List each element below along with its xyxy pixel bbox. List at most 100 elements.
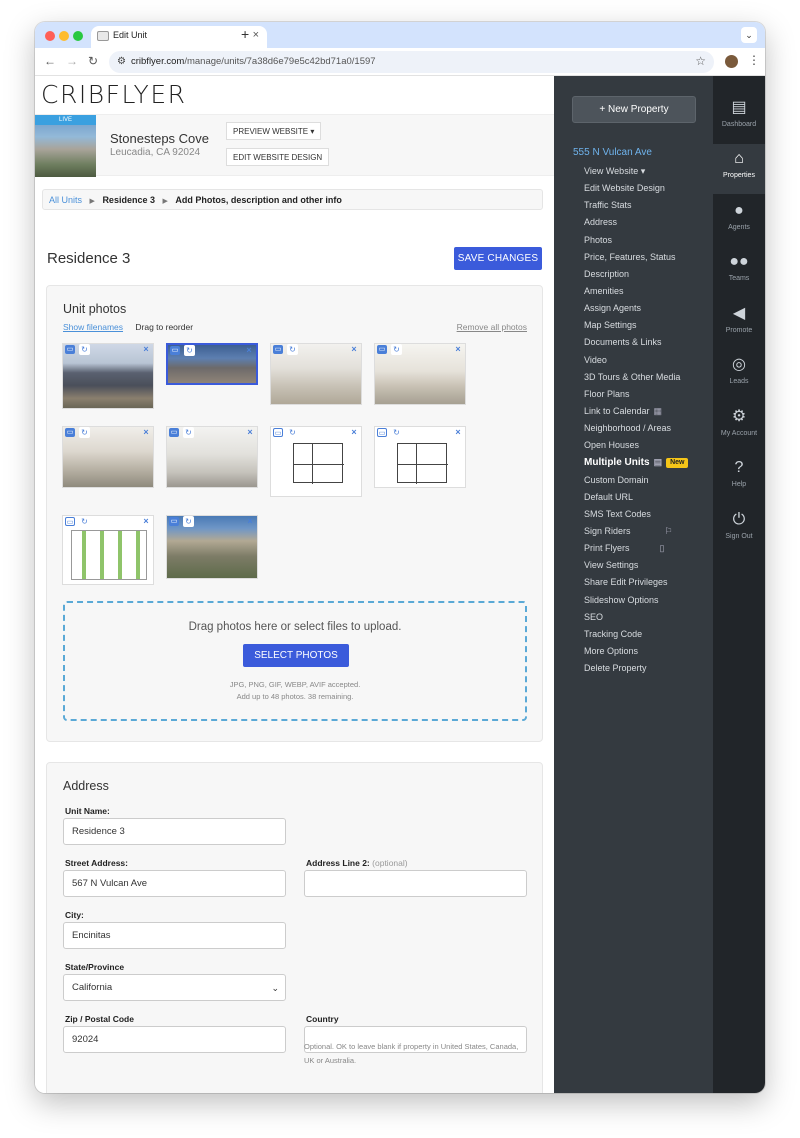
comment-icon[interactable]: ▭ <box>377 345 387 354</box>
sidebar-item-price-features-status[interactable]: Price, Features, Status <box>584 249 709 266</box>
comment-icon[interactable]: ▭ <box>65 428 75 437</box>
sidebar-item-delete-property[interactable]: Delete Property <box>584 660 709 677</box>
delete-photo-icon[interactable]: × <box>453 427 463 438</box>
sidebar-item-traffic-stats[interactable]: Traffic Stats <box>584 197 709 214</box>
sidebar-item-neighborhood[interactable]: Neighborhood / Areas <box>584 420 709 437</box>
rotate-icon[interactable]: ↻ <box>184 345 195 356</box>
rotate-icon[interactable]: ↻ <box>287 344 298 355</box>
rotate-icon[interactable]: ↻ <box>391 427 402 438</box>
delete-photo-icon[interactable]: × <box>141 344 151 355</box>
show-filenames-link[interactable]: Show filenames <box>63 322 123 332</box>
nav-help[interactable]: ? Help <box>713 453 765 503</box>
sidebar-item-floor-plans[interactable]: Floor Plans <box>584 386 709 403</box>
sidebar-item-address[interactable]: Address <box>584 214 709 231</box>
edit-website-design-button[interactable]: EDIT WEBSITE DESIGN <box>226 148 330 166</box>
sidebar-item-description[interactable]: Description <box>584 266 709 283</box>
sidebar-item-video[interactable]: Video <box>584 352 709 369</box>
rotate-icon[interactable]: ↻ <box>79 427 90 438</box>
state-select[interactable]: California ⌄ <box>63 974 286 1001</box>
minimize-window-button[interactable] <box>59 31 69 41</box>
sidebar-item-edit-website-design[interactable]: Edit Website Design <box>584 180 709 197</box>
sidebar-item-slideshow-options[interactable]: Slideshow Options <box>584 592 709 609</box>
sidebar-item-documents-links[interactable]: Documents & Links <box>584 334 709 351</box>
comment-icon[interactable]: ▭ <box>377 428 387 437</box>
rotate-icon[interactable]: ↻ <box>79 344 90 355</box>
unit-name-input[interactable]: Residence 3 <box>63 818 286 845</box>
photo-tile[interactable]: ▭ ↻ × <box>62 515 154 585</box>
sidebar-item-tracking-code[interactable]: Tracking Code <box>584 626 709 643</box>
address-line2-input[interactable] <box>304 870 527 897</box>
select-photos-button[interactable]: SELECT PHOTOS <box>243 644 349 667</box>
property-thumbnail[interactable]: LIVE <box>35 115 96 177</box>
sidebar-item-photos[interactable]: Photos <box>584 232 709 249</box>
photo-tile[interactable]: ▭ ↻ × <box>166 515 258 579</box>
zip-input[interactable]: 92024 <box>63 1026 286 1053</box>
nav-properties[interactable]: ⌂ Properties <box>713 144 765 194</box>
nav-leads[interactable]: ◎ Leads <box>713 350 765 400</box>
photo-tile[interactable]: ▭ ↻ × <box>374 426 466 488</box>
photo-tile[interactable]: ▭ ↻ × <box>62 343 154 409</box>
address-bar[interactable]: ⚙ cribflyer.com/manage/units/7a38d6e79e5… <box>109 51 714 73</box>
browser-menu-icon[interactable]: ⋮ <box>748 53 760 67</box>
rotate-icon[interactable]: ↻ <box>287 427 298 438</box>
save-changes-button[interactable]: SAVE CHANGES <box>454 247 542 270</box>
sidebar-item-share-edit-privileges[interactable]: Share Edit Privileges <box>584 574 709 591</box>
delete-photo-icon[interactable]: × <box>244 345 254 356</box>
photo-tile[interactable]: ▭ ↻ × <box>62 426 154 488</box>
comment-icon[interactable]: ▭ <box>170 346 180 355</box>
delete-photo-icon[interactable]: × <box>245 516 255 527</box>
maximize-window-button[interactable] <box>73 31 83 41</box>
sidebar-item-map-settings[interactable]: Map Settings <box>584 317 709 334</box>
rotate-icon[interactable]: ↻ <box>183 516 194 527</box>
sidebar-item-default-url[interactable]: Default URL <box>584 489 709 506</box>
sidebar-item-more-options[interactable]: More Options <box>584 643 709 660</box>
site-info-icon[interactable]: ⚙ <box>117 56 129 68</box>
nav-agents[interactable]: ● Agents <box>713 196 765 246</box>
rotate-icon[interactable]: ↻ <box>391 344 402 355</box>
remove-all-photos-link[interactable]: Remove all photos <box>457 322 527 332</box>
street-address-input[interactable]: 567 N Vulcan Ave <box>63 870 286 897</box>
sidebar-item-link-to-calendar[interactable]: Link to Calendar ▦ <box>584 403 709 420</box>
cribflyer-logo[interactable]: CRIBFLYER <box>41 80 187 109</box>
profile-avatar[interactable] <box>725 55 738 68</box>
forward-icon[interactable]: → <box>66 54 78 68</box>
sidebar-item-amenities[interactable]: Amenities <box>584 283 709 300</box>
delete-photo-icon[interactable]: × <box>141 427 151 438</box>
nav-dashboard[interactable]: ▤ Dashboard <box>713 93 765 143</box>
comment-icon[interactable]: ▭ <box>65 517 75 526</box>
delete-photo-icon[interactable]: × <box>141 516 151 527</box>
preview-website-button[interactable]: PREVIEW WEBSITE ▾ <box>226 122 322 140</box>
sidebar-item-seo[interactable]: SEO <box>584 609 709 626</box>
sidebar-item-custom-domain[interactable]: Custom Domain <box>584 472 709 489</box>
nav-my-account[interactable]: ⚙ My Account <box>713 402 765 452</box>
close-window-button[interactable] <box>45 31 55 41</box>
photo-dropzone[interactable]: Drag photos here or select files to uplo… <box>63 601 527 721</box>
sidebar-item-view-website[interactable]: View Website ▾ <box>584 163 709 180</box>
rotate-icon[interactable]: ↻ <box>79 516 90 527</box>
photo-tile[interactable]: ▭ ↻ × <box>166 426 258 488</box>
sidebar-item-multiple-units[interactable]: Multiple Units ▤ New <box>584 454 709 471</box>
close-tab-icon[interactable]: × <box>253 29 259 41</box>
new-property-button[interactable]: + New Property <box>572 96 696 123</box>
new-tab-icon[interactable]: + <box>241 26 249 42</box>
sidebar-item-sign-riders[interactable]: Sign Riders ⚐ <box>584 523 709 540</box>
nav-teams[interactable]: ●● Teams <box>713 247 765 297</box>
comment-icon[interactable]: ▭ <box>169 517 179 526</box>
delete-photo-icon[interactable]: × <box>453 344 463 355</box>
delete-photo-icon[interactable]: × <box>349 427 359 438</box>
photo-tile[interactable]: ▭ ↻ × <box>270 343 362 405</box>
reload-icon[interactable]: ↻ <box>88 54 98 68</box>
sidebar-item-sms-text-codes[interactable]: SMS Text Codes <box>584 506 709 523</box>
photo-tile[interactable]: ▭ ↻ × <box>166 343 258 385</box>
comment-icon[interactable]: ▭ <box>169 428 179 437</box>
city-input[interactable]: Encinitas <box>63 922 286 949</box>
delete-photo-icon[interactable]: × <box>245 427 255 438</box>
delete-photo-icon[interactable]: × <box>349 344 359 355</box>
sidebar-item-view-settings[interactable]: View Settings <box>584 557 709 574</box>
comment-icon[interactable]: ▭ <box>65 345 75 354</box>
comment-icon[interactable]: ▭ <box>273 345 283 354</box>
sidebar-item-print-flyers[interactable]: Print Flyers ▯ <box>584 540 709 557</box>
sidebar-item-open-houses[interactable]: Open Houses <box>584 437 709 454</box>
tab-search-icon[interactable]: ⌄ <box>741 27 757 43</box>
back-icon[interactable]: ← <box>44 54 56 68</box>
